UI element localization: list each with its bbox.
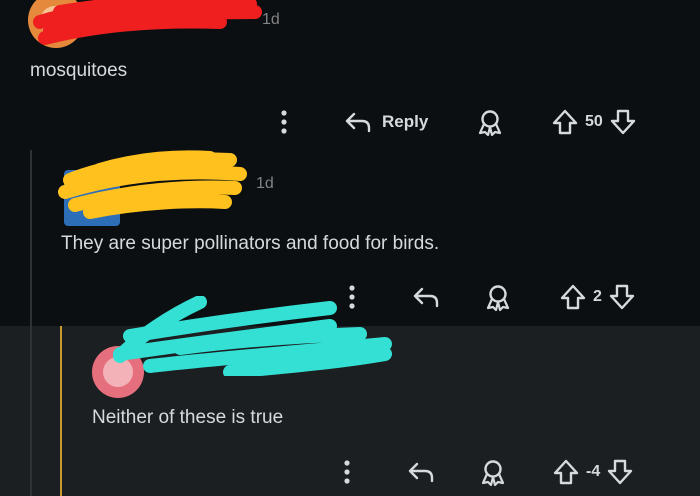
thread-line [30, 326, 32, 496]
highlight-thread-line [60, 326, 62, 496]
vote-group: 50 [550, 106, 638, 138]
reply-arrow-icon [408, 462, 434, 483]
reply-arrow-icon [413, 287, 439, 308]
award-icon [478, 110, 502, 137]
more-options-button[interactable] [338, 281, 366, 313]
award-button[interactable] [482, 281, 514, 313]
reply-label: Reply [382, 112, 429, 131]
avatar[interactable] [28, 0, 84, 48]
reply-arrow-icon [345, 112, 371, 133]
vote-count: -4 [586, 463, 601, 480]
comment-time: 1d [256, 175, 274, 192]
avatar[interactable] [92, 346, 144, 398]
username-redaction [33, 0, 262, 45]
comment-body: Neither of these is true [92, 407, 284, 428]
comment-body: mosquitoes [30, 60, 128, 81]
reply-button[interactable] [405, 456, 437, 488]
thread-line [30, 150, 32, 326]
reply-button[interactable]: Reply [342, 106, 428, 138]
more-options-button[interactable] [333, 456, 361, 488]
upvote-arrow-icon[interactable] [551, 456, 581, 488]
comment-body: They are super pollinators and food for … [61, 233, 440, 254]
vote-count: 50 [585, 113, 603, 130]
upvote-arrow-icon[interactable] [550, 106, 580, 138]
vote-group: 2 [558, 281, 637, 313]
award-icon [486, 285, 510, 312]
comment-actions: 2 [338, 281, 678, 313]
comment-time: 1d [321, 348, 339, 365]
more-options-button[interactable] [270, 106, 298, 138]
award-icon [481, 460, 505, 487]
avatar[interactable] [64, 170, 120, 226]
award-button[interactable] [474, 106, 506, 138]
award-button[interactable] [477, 456, 509, 488]
vote-count: 2 [593, 288, 602, 305]
vote-group: -4 [551, 456, 635, 488]
more-vertical-icon [344, 460, 350, 484]
comment-actions: Reply 50 [270, 106, 670, 138]
more-vertical-icon [349, 285, 355, 309]
downvote-arrow-icon[interactable] [605, 456, 635, 488]
comment-2: 1d They are super pollinators and food f… [0, 150, 700, 326]
more-vertical-icon [281, 110, 287, 134]
comment-3: 1d Neither of these is true -4 [0, 296, 700, 496]
reply-button[interactable] [410, 281, 442, 313]
comment-1: 1d mosquitoes Reply 50 [0, 0, 700, 150]
comment-actions: -4 [333, 456, 673, 488]
upvote-arrow-icon[interactable] [558, 281, 588, 313]
downvote-arrow-icon[interactable] [608, 106, 638, 138]
downvote-arrow-icon[interactable] [607, 281, 637, 313]
comment-time: 1d [262, 11, 280, 28]
